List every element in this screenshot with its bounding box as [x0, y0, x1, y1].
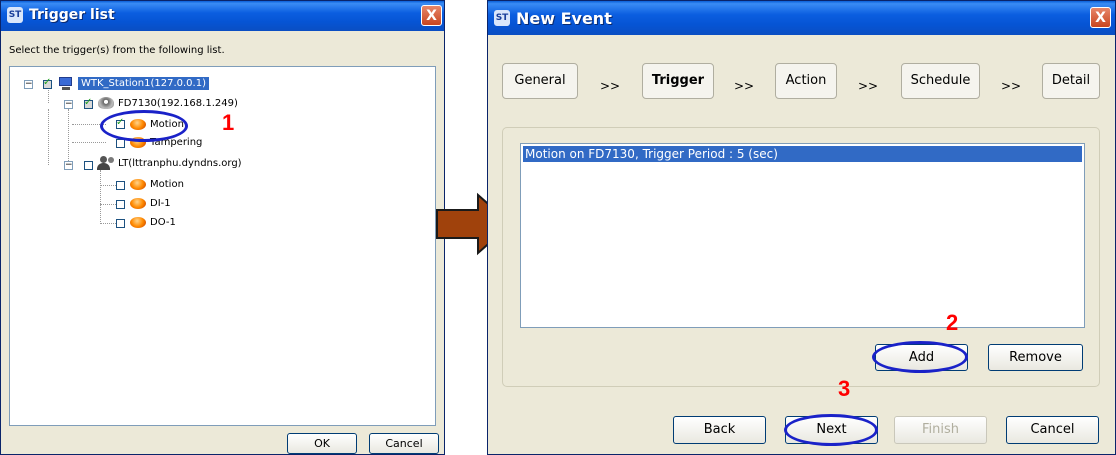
annotation-ellipse-3	[784, 414, 878, 446]
annotation-ellipse-1	[100, 110, 188, 142]
tree-line	[48, 109, 49, 165]
new-event-titlebar[interactable]: ST New Event X	[488, 1, 1115, 35]
trigger-list-instruction: Select the trigger(s) from the following…	[9, 45, 225, 56]
tree-device2-label[interactable]: LT(lttranphu.dyndns.org)	[118, 158, 242, 169]
back-button[interactable]: Back	[673, 416, 766, 444]
collapse-device2-icon[interactable]: −	[64, 161, 73, 170]
annotation-ellipse-2	[872, 341, 968, 373]
tab-trigger[interactable]: Trigger	[642, 63, 714, 99]
annotation-step-1: 1	[222, 110, 235, 135]
tab-general[interactable]: General	[502, 63, 578, 99]
users-icon	[96, 156, 116, 170]
tree-line	[72, 142, 106, 143]
list-item[interactable]: Motion on FD7130, Trigger Period : 5 (se…	[523, 146, 1082, 162]
tab-schedule[interactable]: Schedule	[901, 63, 980, 99]
tab-separator: >>	[600, 79, 621, 93]
device1-checkbox[interactable]	[84, 97, 93, 109]
new-event-window: ST New Event X General >> Trigger >> Act…	[487, 0, 1116, 455]
event-icon	[130, 179, 146, 190]
device2-checkbox[interactable]	[84, 161, 93, 170]
motion2-checkbox[interactable]	[116, 181, 125, 190]
ok-button[interactable]: OK	[287, 433, 357, 454]
event-icon	[130, 217, 146, 228]
tab-action[interactable]: Action	[775, 63, 837, 99]
finish-button[interactable]: Finish	[894, 416, 987, 444]
station-checkbox[interactable]	[43, 77, 52, 89]
remove-button[interactable]: Remove	[988, 344, 1083, 371]
tree-item-do1[interactable]: DO-1	[150, 217, 176, 228]
di1-checkbox[interactable]	[116, 200, 125, 209]
new-event-title: New Event	[516, 9, 612, 28]
tree-device1-label[interactable]: FD7130(192.168.1.249)	[118, 98, 238, 109]
trigger-list-box[interactable]: Motion on FD7130, Trigger Period : 5 (se…	[520, 143, 1085, 328]
tab-detail[interactable]: Detail	[1042, 63, 1100, 99]
trigger-list-window: ST Trigger list X Select the trigger(s) …	[0, 0, 445, 455]
tree-line	[68, 109, 69, 165]
annotation-step-2: 2	[946, 310, 959, 335]
computer-icon	[58, 77, 74, 90]
do1-checkbox[interactable]	[116, 219, 125, 228]
trigger-list-titlebar[interactable]: ST Trigger list X	[1, 1, 444, 31]
trigger-list-title: Trigger list	[29, 7, 115, 23]
tree-line	[100, 170, 101, 224]
close-icon[interactable]: X	[1090, 7, 1111, 28]
collapse-device1-icon[interactable]: −	[64, 100, 73, 109]
close-icon[interactable]: X	[421, 5, 442, 26]
cancel-button[interactable]: Cancel	[369, 433, 439, 454]
tree-item-di1[interactable]: DI-1	[150, 198, 171, 209]
tree-item-motion2[interactable]: Motion	[150, 179, 184, 190]
tab-separator: >>	[858, 79, 879, 93]
tab-separator: >>	[734, 79, 755, 93]
tab-separator: >>	[1001, 79, 1022, 93]
cancel-button[interactable]: Cancel	[1006, 416, 1099, 444]
event-icon	[130, 198, 146, 209]
camera-icon	[98, 97, 114, 109]
tree-station-label[interactable]: WTK_Station1(127.0.0.1)	[78, 77, 209, 90]
collapse-station-icon[interactable]: −	[24, 80, 33, 89]
annotation-step-3: 3	[838, 376, 851, 401]
app-icon: ST	[7, 7, 23, 23]
app-icon: ST	[494, 10, 510, 26]
